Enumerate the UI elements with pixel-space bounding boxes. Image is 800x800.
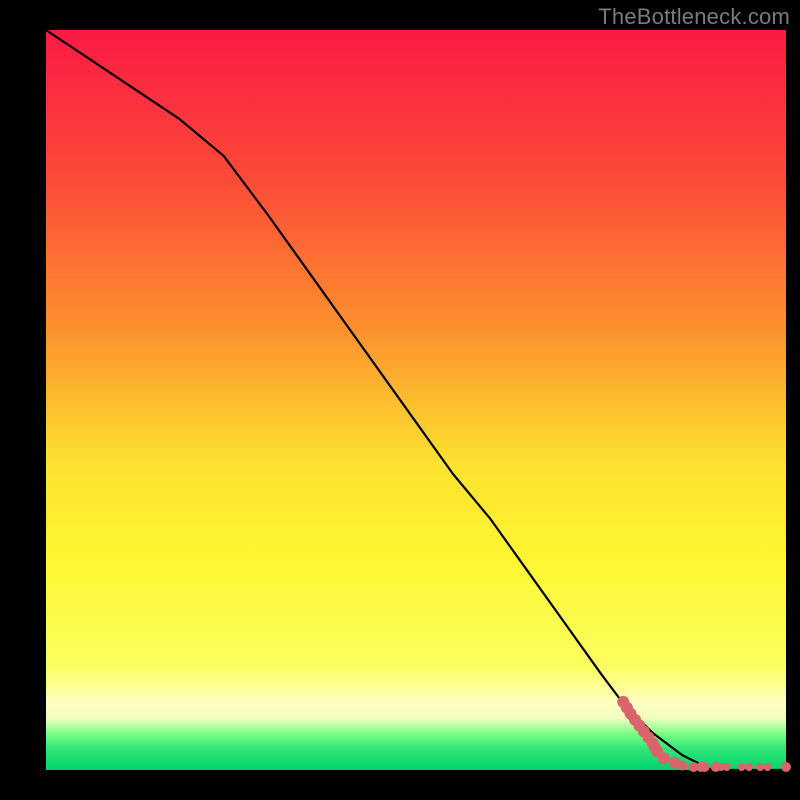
chart-container: TheBottleneck.com: [0, 0, 800, 800]
chart-svg: [0, 0, 800, 800]
plot-background: [46, 30, 786, 770]
data-point: [764, 763, 772, 771]
data-point: [756, 763, 764, 771]
data-point: [677, 761, 687, 771]
data-point: [658, 752, 670, 764]
data-point: [700, 762, 710, 772]
data-point: [723, 763, 731, 771]
data-point: [738, 763, 746, 771]
data-point: [781, 762, 791, 772]
data-point: [745, 763, 753, 771]
